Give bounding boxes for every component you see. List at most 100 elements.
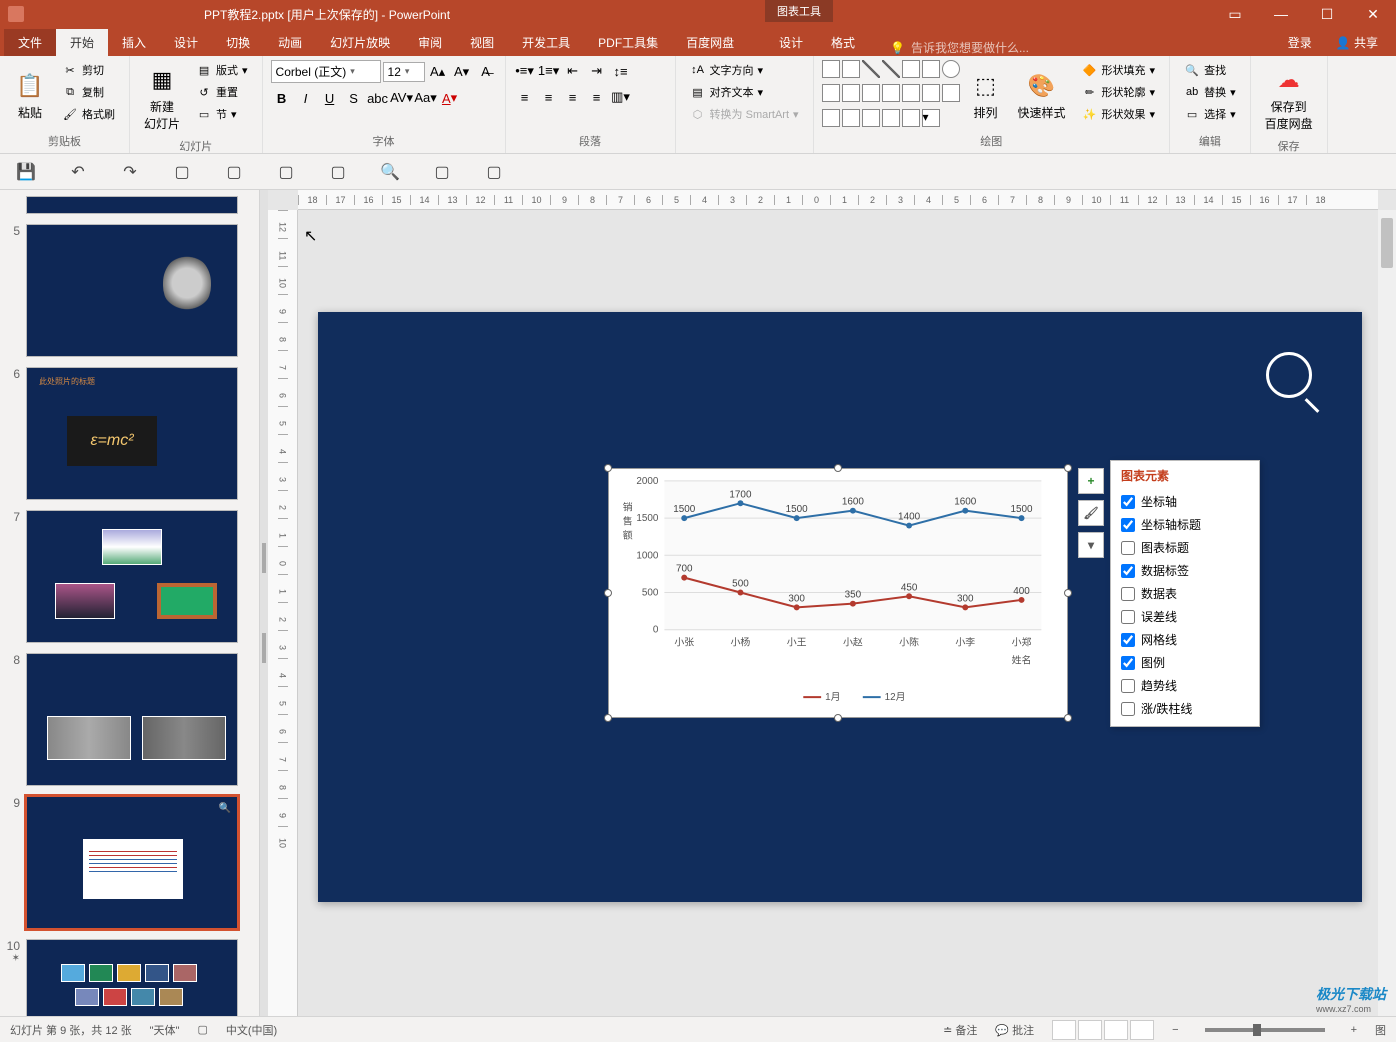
- tab-file[interactable]: 文件: [4, 29, 56, 56]
- panel-splitter[interactable]: [260, 190, 268, 1016]
- handle-bm[interactable]: [834, 714, 842, 722]
- handle-tr[interactable]: [1064, 464, 1072, 472]
- ribbon-options-btn[interactable]: ▭: [1212, 0, 1258, 28]
- chart-styles-btn[interactable]: 🖌: [1078, 500, 1104, 526]
- smartart-btn[interactable]: ⬡转换为 SmartArt ▾: [684, 104, 805, 124]
- lang-label[interactable]: 中文(中国): [226, 1022, 277, 1038]
- thumb-5[interactable]: 5: [6, 224, 253, 357]
- login-button[interactable]: 登录: [1278, 29, 1322, 56]
- align-center-btn[interactable]: ≡: [538, 86, 560, 108]
- comments-btn[interactable]: 💬 批注: [995, 1022, 1034, 1038]
- thumb-10[interactable]: 10 ✶: [6, 939, 253, 1016]
- maximize-btn[interactable]: ☐: [1304, 0, 1350, 28]
- qat-save[interactable]: 💾: [12, 158, 40, 186]
- share-button[interactable]: 👤 共享: [1326, 29, 1388, 56]
- thumb-9[interactable]: 9 🔍: [6, 796, 253, 929]
- line-spacing-btn[interactable]: ↕≡: [610, 60, 632, 82]
- replace-btn[interactable]: ab替换 ▾: [1178, 82, 1242, 102]
- qat-a9[interactable]: ▢: [428, 158, 456, 186]
- chart-element-checkbox[interactable]: [1121, 610, 1135, 624]
- tab-pdf[interactable]: PDF工具集: [584, 29, 672, 56]
- section-button[interactable]: ▭节 ▾: [190, 104, 254, 124]
- shape-more[interactable]: ▾: [922, 109, 940, 127]
- tab-developer[interactable]: 开发工具: [508, 29, 584, 56]
- shape-text[interactable]: [842, 60, 860, 78]
- qat-a4[interactable]: ▢: [168, 158, 196, 186]
- slide-thumbnail-panel[interactable]: 5 6 此处照片的标题 ε=mc² 7 8: [0, 190, 260, 1016]
- grow-font-btn[interactable]: A▴: [427, 61, 449, 83]
- tab-home[interactable]: 开始: [56, 29, 108, 56]
- chart-element-item[interactable]: 趋势线: [1121, 674, 1249, 697]
- qat-a6[interactable]: ▢: [272, 158, 300, 186]
- chart-element-item[interactable]: 图表标题: [1121, 536, 1249, 559]
- shrink-font-btn[interactable]: A▾: [451, 61, 473, 83]
- chart-element-item[interactable]: 涨/跌柱线: [1121, 697, 1249, 720]
- zoom-in[interactable]: +: [1351, 1024, 1357, 1036]
- text-direction-btn[interactable]: ↕A文字方向 ▾: [684, 60, 805, 80]
- chart-element-checkbox[interactable]: [1121, 564, 1135, 578]
- shape-r4[interactable]: [882, 84, 900, 102]
- view-sorter[interactable]: [1078, 1020, 1102, 1040]
- shape-oval[interactable]: [942, 60, 960, 78]
- tab-baidu[interactable]: 百度网盘: [672, 29, 748, 56]
- thumb-7[interactable]: 7: [6, 510, 253, 643]
- tab-slideshow[interactable]: 幻灯片放映: [316, 29, 404, 56]
- shape-r3[interactable]: [862, 84, 880, 102]
- font-family-combo[interactable]: Corbel (正文)▾: [271, 60, 381, 83]
- thumb-4-tail[interactable]: [6, 196, 253, 214]
- select-btn[interactable]: ▭选择 ▾: [1178, 104, 1242, 124]
- tab-insert[interactable]: 插入: [108, 29, 160, 56]
- tab-chart-design[interactable]: 设计: [765, 29, 817, 56]
- qat-undo[interactable]: ↶: [64, 158, 92, 186]
- outdent-btn[interactable]: ⇤: [562, 60, 584, 82]
- qat-a10[interactable]: ▢: [480, 158, 508, 186]
- align-left-btn[interactable]: ≡: [514, 86, 536, 108]
- scrollbar-vertical[interactable]: [1378, 210, 1396, 1016]
- handle-mr[interactable]: [1064, 589, 1072, 597]
- tab-view[interactable]: 视图: [456, 29, 508, 56]
- chart-filter-btn[interactable]: ▾: [1078, 532, 1104, 558]
- quick-styles-button[interactable]: 🎨快速样式: [1012, 60, 1072, 131]
- chart-element-checkbox[interactable]: [1121, 541, 1135, 555]
- chart-element-item[interactable]: 坐标轴标题: [1121, 513, 1249, 536]
- case-btn[interactable]: Aa▾: [415, 87, 437, 109]
- justify-btn[interactable]: ≡: [586, 86, 608, 108]
- save-baidu-button[interactable]: ☁保存到 百度网盘: [1259, 60, 1319, 136]
- tab-design[interactable]: 设计: [160, 29, 212, 56]
- shape-r2[interactable]: [842, 84, 860, 102]
- shape-rect[interactable]: [822, 60, 840, 78]
- chart-element-checkbox[interactable]: [1121, 679, 1135, 693]
- bold-btn[interactable]: B: [271, 87, 293, 109]
- shape-r12[interactable]: [902, 109, 920, 127]
- indent-btn[interactable]: ⇥: [586, 60, 608, 82]
- copy-button[interactable]: ⧉复制: [56, 82, 121, 102]
- minimize-btn[interactable]: —: [1258, 0, 1304, 28]
- chart-add-element-btn[interactable]: +: [1078, 468, 1104, 494]
- font-color-btn[interactable]: A▾: [439, 87, 461, 109]
- font-size-combo[interactable]: 12▾: [383, 62, 425, 82]
- handle-tl[interactable]: [604, 464, 612, 472]
- arrange-button[interactable]: ⬚排列: [964, 60, 1008, 131]
- zoom-out[interactable]: −: [1172, 1024, 1178, 1036]
- tab-review[interactable]: 审阅: [404, 29, 456, 56]
- tell-me-search[interactable]: 💡 告诉我您想要做什么...: [890, 39, 1029, 56]
- qat-redo[interactable]: ↷: [116, 158, 144, 186]
- canvas-area[interactable]: 0500100015002000小张小杨小王小赵小陈小李小郑7005003003…: [298, 210, 1378, 1016]
- bullets-btn[interactable]: •≡▾: [514, 60, 536, 82]
- reset-button[interactable]: ↺重置: [190, 82, 254, 102]
- shape-line2[interactable]: [882, 60, 900, 78]
- view-slideshow[interactable]: [1130, 1020, 1154, 1040]
- shape-effects-btn[interactable]: ✨形状效果 ▾: [1076, 104, 1162, 124]
- align-text-btn[interactable]: ▤对齐文本 ▾: [684, 82, 805, 102]
- chart-element-checkbox[interactable]: [1121, 518, 1135, 532]
- chart-object[interactable]: 0500100015002000小张小杨小王小赵小陈小李小郑7005003003…: [608, 468, 1068, 718]
- chart-element-checkbox[interactable]: [1121, 587, 1135, 601]
- strike-btn[interactable]: S: [343, 87, 365, 109]
- shape-line[interactable]: [862, 60, 880, 78]
- chart-element-item[interactable]: 网格线: [1121, 628, 1249, 651]
- qat-a5[interactable]: ▢: [220, 158, 248, 186]
- find-btn[interactable]: 🔍查找: [1178, 60, 1242, 80]
- chart-element-checkbox[interactable]: [1121, 656, 1135, 670]
- shape-outline-btn[interactable]: ✏形状轮廓 ▾: [1076, 82, 1162, 102]
- new-slide-button[interactable]: ▦ 新建 幻灯片: [138, 60, 186, 136]
